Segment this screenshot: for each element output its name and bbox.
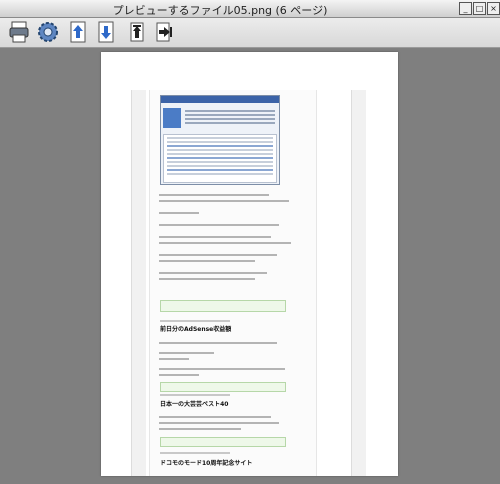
print-button[interactable] [7, 20, 31, 44]
last-page-button[interactable] [152, 20, 176, 44]
first-page-icon [130, 22, 144, 42]
title-bar: プレビューするファイル05.png (6 ページ) _ □ × [0, 0, 500, 18]
printer-icon [9, 21, 29, 43]
post-body-1 [159, 338, 299, 380]
settings-button[interactable] [36, 20, 60, 44]
preview-page: 前日分のAdSense収益額 日本一の大芸芸ベスト40 ドコモのモード10周年記… [101, 52, 398, 476]
post-heading-3: ドコモのモード10周年記念サイト [160, 460, 253, 467]
post-heading-1: 前日分のAdSense収益額 [160, 326, 232, 333]
post-body-2 [159, 412, 299, 434]
right-margin-guide [351, 90, 366, 476]
last-page-icon [156, 22, 172, 42]
embedded-screenshot [160, 95, 280, 185]
minimize-button[interactable]: _ [459, 2, 472, 15]
first-page-button[interactable] [124, 20, 148, 44]
post-meta-3 [160, 452, 230, 454]
previous-page-button[interactable] [66, 20, 90, 44]
paragraph-block [159, 190, 299, 284]
post-meta-2 [160, 394, 230, 396]
arrow-up-icon [70, 21, 86, 43]
left-margin-guide [131, 90, 146, 476]
post-heading-2: 日本一の大芸芸ベスト40 [160, 401, 229, 408]
post-meta [160, 320, 230, 322]
gear-icon [38, 22, 58, 42]
quote-box-3 [160, 437, 286, 447]
toolbar [0, 18, 500, 48]
quote-box-2 [160, 382, 286, 392]
window-title: プレビューするファイル05.png (6 ページ) [112, 4, 328, 17]
close-button[interactable]: × [487, 2, 500, 15]
next-page-button[interactable] [94, 20, 118, 44]
page-thumbnail: 前日分のAdSense収益額 日本一の大芸芸ベスト40 ドコモのモード10周年記… [149, 90, 317, 476]
quote-box [160, 300, 286, 312]
arrow-down-icon [98, 21, 114, 43]
maximize-button[interactable]: □ [473, 2, 486, 15]
